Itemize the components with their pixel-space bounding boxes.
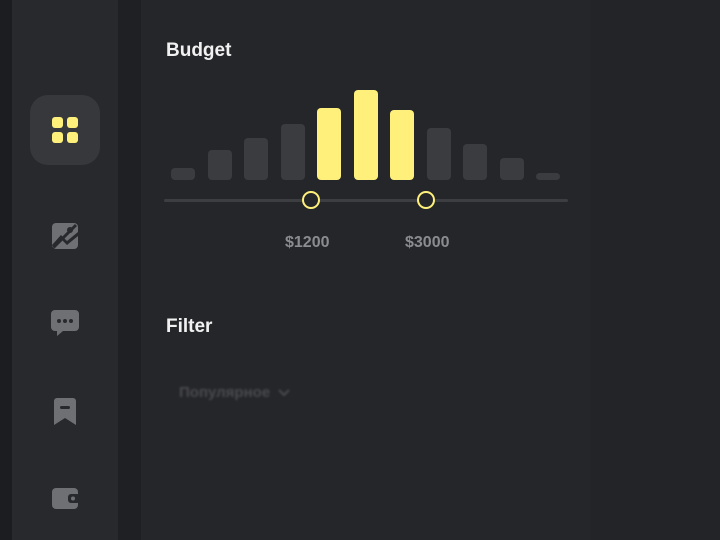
wallet-icon — [52, 488, 80, 509]
sort-select[interactable]: Популярное — [179, 384, 290, 401]
sidebar — [12, 0, 118, 540]
nav-item-bookmarks[interactable] — [30, 376, 100, 446]
histogram-bar — [463, 144, 487, 180]
image-off-icon — [52, 223, 78, 249]
bookmark-icon — [54, 398, 76, 425]
histogram-bar — [499, 158, 524, 180]
chat-bubble-icon — [51, 310, 79, 336]
nav-item-wallet[interactable] — [30, 463, 100, 533]
left-gutter — [0, 0, 12, 540]
nav-item-dashboard[interactable] — [30, 95, 100, 165]
nav-item-messages[interactable] — [30, 288, 100, 358]
histogram-bar — [426, 128, 451, 180]
budget-title: Budget — [166, 40, 232, 61]
right-area — [590, 0, 720, 540]
budget-min-label: $1200 — [285, 234, 330, 251]
histogram-bar — [171, 168, 195, 180]
gutter — [118, 0, 141, 540]
budget-histogram — [171, 80, 571, 180]
histogram-bar — [207, 150, 232, 180]
nav-item-gallery[interactable] — [30, 201, 100, 271]
histogram-bar — [317, 108, 341, 180]
chevron-down-icon — [278, 388, 290, 396]
histogram-bar — [353, 90, 378, 180]
budget-range-track[interactable] — [164, 199, 568, 202]
sort-select-value: Популярное — [179, 384, 271, 401]
dashboard-grid-icon — [52, 117, 78, 143]
budget-max-label: $3000 — [405, 234, 450, 251]
histogram-bar — [390, 110, 414, 180]
histogram-bar — [536, 173, 560, 180]
budget-min-handle[interactable] — [302, 191, 320, 209]
filter-title: Filter — [166, 316, 213, 337]
histogram-bar — [280, 124, 305, 180]
filter-panel: Budget $1200 $3000 Filter Популярное — [141, 0, 590, 540]
budget-max-handle[interactable] — [417, 191, 435, 209]
histogram-bar — [244, 138, 268, 180]
